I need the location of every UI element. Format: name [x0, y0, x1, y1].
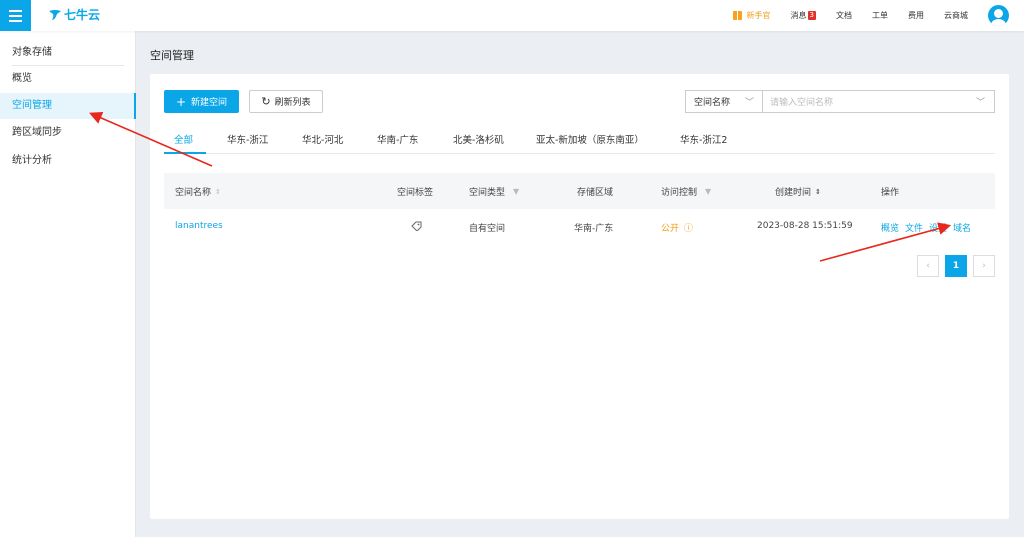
- filter-icon: ▼: [513, 187, 520, 196]
- tab-huadong-zhejiang[interactable]: 华东-浙江: [227, 132, 268, 146]
- column-created-time[interactable]: 创建时间 ⇕: [775, 185, 821, 199]
- newcomer-link[interactable]: 新手官: [732, 10, 771, 21]
- chevron-down-icon: ﹀: [975, 98, 985, 108]
- column-bucket-type[interactable]: 空间类型 ▼: [469, 185, 519, 198]
- column-actions: 操作: [881, 188, 900, 198]
- brand-logo[interactable]: 七牛云: [48, 6, 100, 23]
- tickets-link[interactable]: 工单: [872, 10, 888, 21]
- sort-icon: ⇕: [215, 187, 221, 196]
- tab-asia-singapore[interactable]: 亚太-新加坡（原东南亚）: [536, 132, 644, 146]
- messages-label: 消息: [790, 11, 807, 20]
- new-bucket-label: 新建空间: [191, 98, 228, 108]
- sidebar: 对象存储 概览 空间管理 跨区域同步 统计分析: [0, 31, 136, 537]
- sidebar-item-bucket-management[interactable]: 空间管理: [0, 93, 136, 119]
- info-icon[interactable]: ⓘ: [684, 224, 693, 234]
- access-status: 公开 ⓘ: [661, 224, 693, 234]
- tab-huadong-zhejiang2[interactable]: 华东-浙江2: [680, 132, 727, 146]
- action-overview-link[interactable]: 概览: [881, 221, 899, 234]
- billing-link[interactable]: 费用: [908, 10, 924, 21]
- bucket-type: 自有空间: [469, 224, 506, 234]
- tab-all[interactable]: 全部: [174, 132, 193, 146]
- search-field-value: 空间名称: [694, 98, 731, 108]
- top-bar: 七牛云 新手官 消息 3 文档 工单 费用 云商城: [0, 0, 1024, 31]
- action-files-link[interactable]: 文件: [905, 221, 923, 234]
- action-settings-link[interactable]: 设置: [929, 221, 947, 234]
- sidebar-item-statistics[interactable]: 统计分析: [0, 148, 136, 174]
- chevron-down-icon: ﹀: [744, 98, 754, 108]
- tab-huabei-hebei[interactable]: 华北-河北: [302, 132, 343, 146]
- hamburger-menu-icon[interactable]: [0, 0, 31, 31]
- column-storage-region: 存储区域: [577, 188, 614, 198]
- pagination: ‹ 1 ›: [917, 255, 995, 277]
- next-page-button[interactable]: ›: [973, 255, 995, 277]
- refresh-icon: ↻: [261, 95, 271, 108]
- page-number-button[interactable]: 1: [945, 255, 967, 277]
- refresh-list-button[interactable]: ↻ 刷新列表: [249, 90, 323, 113]
- messages-badge: 3: [807, 11, 816, 20]
- plus-icon: +: [175, 94, 187, 109]
- avatar[interactable]: [988, 5, 1009, 26]
- sort-icon: ⇕: [815, 187, 821, 196]
- messages-link[interactable]: 消息 3: [791, 10, 816, 21]
- bucket-region: 华南-广东: [574, 224, 614, 234]
- created-time: 2023-08-28 15:51:59: [757, 221, 853, 231]
- tab-north-america-la[interactable]: 北美-洛杉矶: [453, 132, 504, 146]
- brand-logo-text: 七牛云: [64, 8, 101, 22]
- column-bucket-tag: 空间标签: [397, 188, 434, 198]
- search-placeholder: 请输入空间名称: [770, 98, 834, 108]
- search-input[interactable]: 请输入空间名称 ﹀: [762, 90, 995, 113]
- tab-huanan-guangdong[interactable]: 华南-广东: [377, 132, 418, 146]
- region-tabs: 全部 华东-浙江 华北-河北 华南-广东 北美-洛杉矶 亚太-新加坡（原东南亚）…: [164, 130, 995, 154]
- new-bucket-button[interactable]: + 新建空间: [164, 90, 239, 113]
- sidebar-title: 对象存储: [12, 47, 52, 58]
- prev-page-button[interactable]: ‹: [917, 255, 939, 277]
- column-access-control[interactable]: 访问控制 ▼: [661, 185, 711, 198]
- qiniu-logo-icon: [49, 9, 61, 20]
- tag-icon[interactable]: [410, 221, 422, 231]
- newcomer-label: 新手官: [746, 11, 771, 20]
- bucket-list-card: + 新建空间 ↻ 刷新列表 空间名称 ﹀ 请输入空间名称 ﹀ 全部 华东-浙江 …: [150, 74, 1009, 519]
- docs-link[interactable]: 文档: [836, 10, 852, 21]
- page-title: 空间管理: [150, 49, 194, 62]
- sidebar-item-overview[interactable]: 概览: [0, 66, 136, 92]
- active-tab-indicator: [164, 152, 206, 154]
- action-domain-link[interactable]: 域名: [953, 221, 971, 234]
- filter-icon: ▼: [705, 187, 712, 196]
- row-actions: 概览 文件 设置 域名: [881, 221, 971, 234]
- table-header: 空间名称 ⇕ 空间标签 空间类型 ▼ 存储区域 访问控制 ▼ 创建时间 ⇕ 操作: [164, 173, 995, 209]
- column-bucket-name[interactable]: 空间名称 ⇕: [175, 185, 221, 199]
- search-field-select[interactable]: 空间名称 ﹀: [685, 90, 762, 113]
- gift-icon: [732, 11, 742, 20]
- mall-link[interactable]: 云商城: [944, 10, 968, 21]
- top-nav: 新手官 消息 3 文档 工单 费用 云商城: [732, 0, 1024, 31]
- table-row: lanantrees 自有空间 华南-广东 公开 ⓘ 2023-08-28 15…: [164, 209, 995, 243]
- refresh-list-label: 刷新列表: [274, 98, 311, 108]
- sidebar-item-cross-region-sync[interactable]: 跨区域同步: [0, 120, 136, 146]
- bucket-name-link[interactable]: lanantrees: [175, 221, 223, 231]
